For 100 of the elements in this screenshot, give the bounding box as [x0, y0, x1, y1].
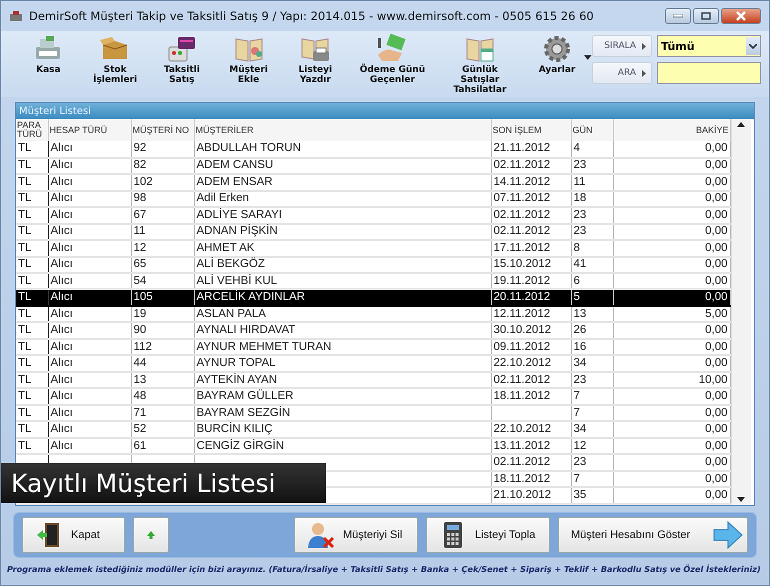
search-field[interactable]	[657, 62, 761, 84]
toolbar-button[interactable]: Stok İşlemleri	[82, 31, 148, 86]
table-cell: 19.11.2012	[494, 274, 550, 287]
table-cell: 90	[134, 324, 146, 336]
action-button[interactable]	[133, 517, 169, 553]
scroll-down-icon[interactable]	[737, 497, 745, 502]
action-button[interactable]: Listeyi Topla	[426, 517, 550, 553]
table-cell: 0,00	[705, 258, 728, 270]
table-cell: ALİ VEHBİ KUL	[196, 274, 278, 287]
table-cell: 15.10.2012	[494, 258, 552, 270]
table-cell: 0,00	[705, 456, 728, 468]
table-cell: AYNUR TOPAL	[196, 357, 276, 370]
column-header[interactable]: MÜŞTERİ NO	[131, 119, 194, 142]
table-cell: Alıcı	[50, 374, 73, 386]
table-cell: TL	[18, 176, 32, 188]
action-button[interactable]: Müşteriyi Sil	[294, 517, 418, 553]
toolbar-button[interactable]: Taksitli Satış	[148, 31, 216, 86]
table-cell: 48	[134, 390, 146, 402]
table-cell: 22.10.2012	[494, 357, 552, 370]
scrollbar[interactable]	[730, 119, 750, 505]
table-cell: 22.10.2012	[494, 423, 552, 436]
sort-button[interactable]: SIRALA	[592, 35, 652, 57]
table-cell: 4	[574, 142, 580, 154]
table-cell: TL	[18, 142, 32, 154]
table-cell: 0,00	[705, 406, 728, 419]
table-cell: 0,00	[705, 472, 728, 485]
table-cell: Alıcı	[50, 192, 73, 204]
column-header[interactable]: HESAP TÜRÜ	[48, 119, 131, 142]
search-button[interactable]: ARA	[592, 62, 652, 84]
arrow-icon	[642, 42, 646, 50]
table-cell: ADEM ENSAR	[196, 176, 273, 188]
table-cell: Alıcı	[50, 176, 73, 188]
table-cell: 23	[574, 208, 586, 221]
table-cell: 35	[574, 489, 586, 502]
table-cell: Alıcı	[50, 142, 73, 154]
toolbar-button[interactable]: Listeyi Yazdır	[282, 31, 349, 86]
sort-dropdown[interactable]: Tümü	[657, 35, 761, 57]
column-header[interactable]: SON İŞLEM	[491, 119, 571, 142]
table-cell: AYNALI HIRDAVAT	[196, 324, 296, 336]
table-cell: 02.11.2012	[494, 456, 550, 468]
table-cell: 7	[574, 472, 580, 485]
table-cell: 18	[574, 192, 586, 204]
table-cell: TL	[18, 291, 32, 304]
table-cell: 12	[574, 440, 586, 452]
table-cell: 98	[134, 192, 146, 204]
column-header[interactable]: MÜŞTERİLER	[194, 119, 491, 142]
table-cell: 0,00	[705, 423, 728, 436]
action-button[interactable]: Müşteri Hesabını Göster	[558, 517, 748, 553]
scroll-up-icon[interactable]	[737, 122, 745, 127]
column-header[interactable]: PARA TÜRÜ	[16, 119, 48, 142]
table-cell: 105	[134, 291, 153, 304]
table-cell: Alıcı	[50, 225, 73, 238]
table-cell: AYNUR MEHMET TURAN	[196, 340, 332, 353]
maximize-button[interactable]	[693, 8, 719, 24]
table-cell: 0,00	[705, 291, 728, 304]
table-cell: 102	[134, 176, 153, 188]
table-cell: Alıcı	[50, 390, 73, 402]
caption-banner: Kayıtlı Müşteri Listesi	[1, 463, 326, 503]
table-cell: TL	[18, 340, 32, 353]
toolbar-button[interactable]: Ayarlar	[524, 31, 590, 76]
table-cell: 0,00	[705, 242, 728, 254]
table-cell: 7	[574, 406, 580, 419]
table-cell: 0,00	[705, 357, 728, 370]
table-cell: 0,00	[705, 192, 728, 204]
table-cell: 0,00	[705, 208, 728, 221]
table-cell: Alıcı	[50, 406, 73, 419]
table-cell: 0,00	[705, 440, 728, 452]
table-cell: 17.11.2012	[494, 242, 550, 254]
column-header[interactable]: BAKİYE	[613, 119, 730, 142]
toolbar-button[interactable]: Günlük Satışlar Tahsilatlar	[436, 31, 524, 96]
table-cell: Alıcı	[50, 274, 73, 287]
table-cell: 0,00	[705, 274, 728, 287]
toolbar-button[interactable]: Ödeme Günü Geçenler	[348, 31, 436, 86]
table-cell: ADNAN PİŞKİN	[196, 225, 278, 238]
table-cell: TL	[18, 242, 32, 254]
table-cell: 34	[574, 423, 586, 436]
table-cell: 21.10.2012	[494, 489, 552, 502]
table-cell: TL	[18, 357, 32, 370]
close-icon	[736, 11, 746, 21]
table-cell: 34	[574, 357, 586, 370]
close-button[interactable]	[721, 8, 761, 24]
table-cell: Alıcı	[50, 357, 73, 370]
chevron-icon	[749, 44, 757, 48]
toolbar-button[interactable]: Müşteri Ekle	[215, 31, 282, 86]
table-cell: 65	[134, 258, 146, 270]
table-cell: TL	[18, 225, 32, 238]
table-cell: 0,00	[705, 340, 728, 353]
table-cell: 5	[574, 291, 580, 304]
table-cell: 112	[134, 340, 152, 353]
column-header[interactable]: GÜN	[571, 119, 613, 142]
table-cell: 12	[134, 242, 146, 254]
caret-icon[interactable]	[584, 55, 592, 60]
minimize-button[interactable]	[665, 8, 691, 24]
toolbar-button[interactable]: Kasa	[15, 31, 82, 76]
action-button[interactable]: Kapat	[22, 517, 125, 553]
maximize-icon	[701, 12, 711, 20]
table-cell: ASLAN PALA	[196, 308, 266, 320]
table-cell: 8	[574, 242, 580, 254]
table-cell: CENGİZ GİRGİN	[196, 440, 284, 452]
table-cell: TL	[18, 208, 32, 221]
